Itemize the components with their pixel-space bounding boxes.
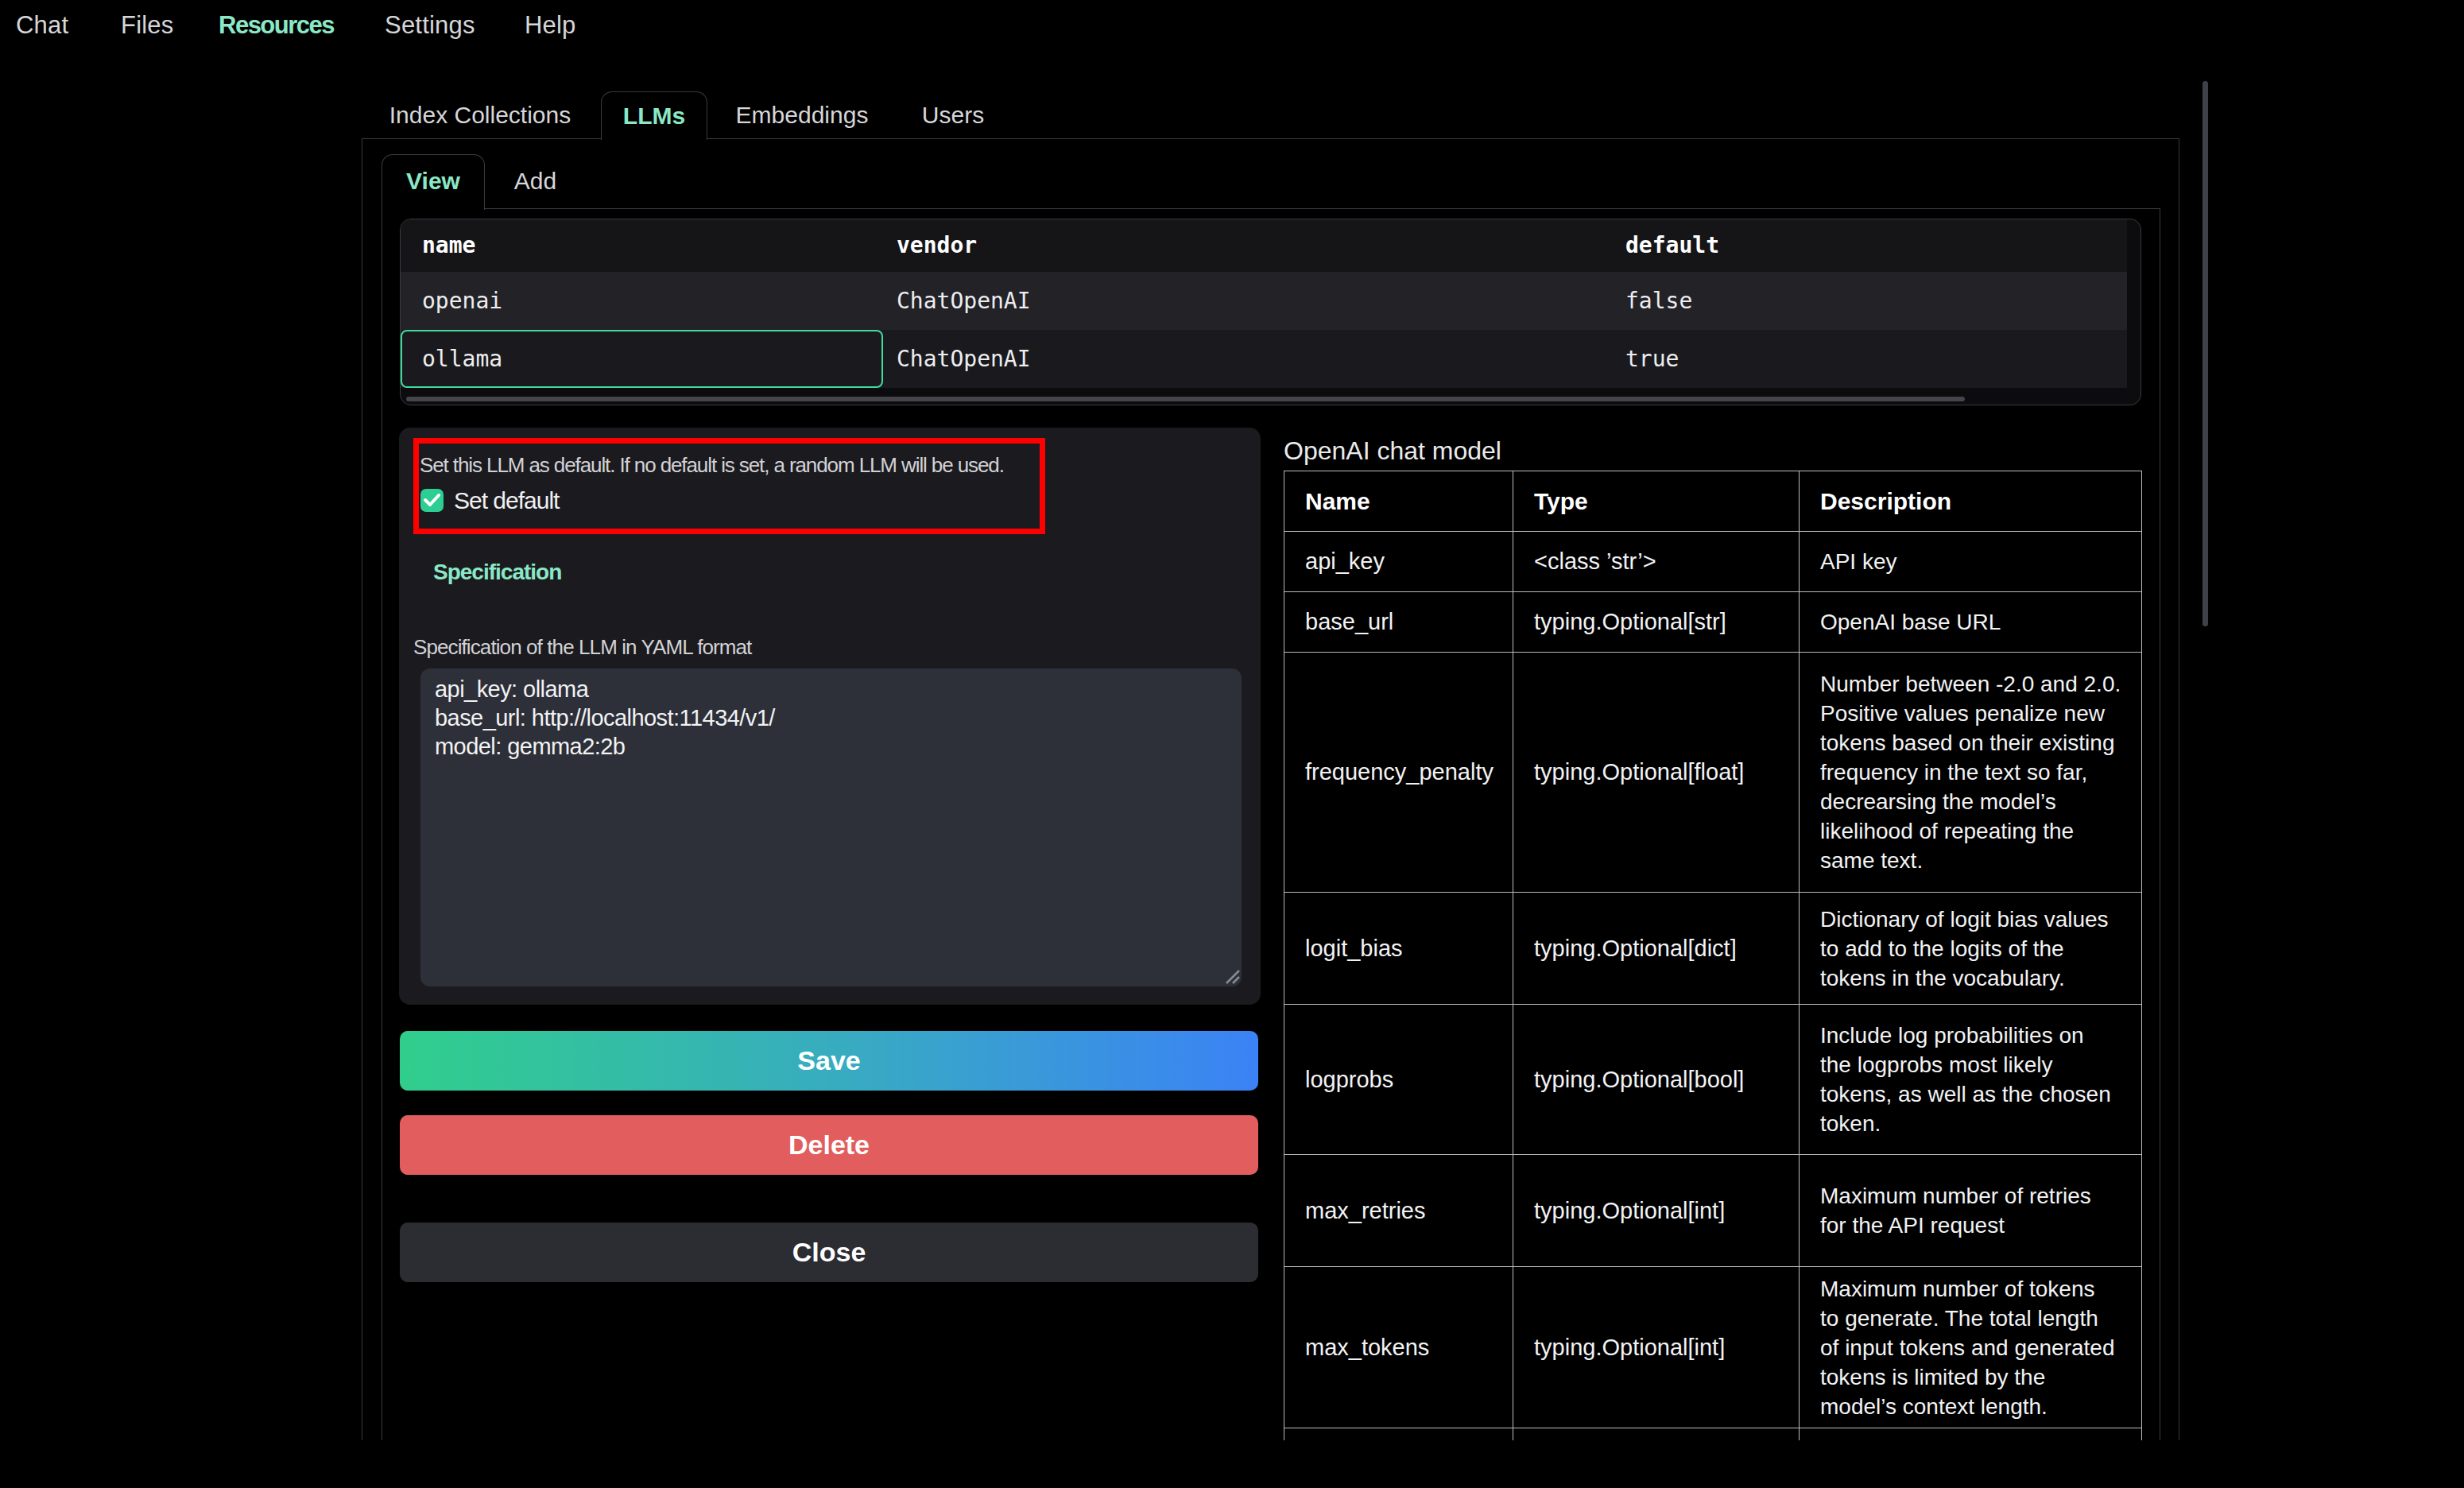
docs-row-frequency-penalty: frequency_penalty typing.Optional[float]…: [1284, 653, 2142, 893]
docs-cell-description: Maximum number of tokens to generate. Th…: [1800, 1267, 2142, 1428]
docs-cell-type: typing.Optional[int]: [1513, 1267, 1800, 1428]
llm-cell-vendor[interactable]: ChatOpenAI: [882, 330, 1603, 388]
tab-view[interactable]: View: [382, 154, 485, 210]
docs-cell-name: logit_bias: [1284, 893, 1513, 1005]
docs-table-container: Name Type Description api_key <class ’st…: [1284, 471, 2144, 1440]
nav-item-files[interactable]: Files: [121, 8, 173, 43]
docs-cell-name: max_tokens: [1284, 1267, 1513, 1428]
docs-row-logit-bias: logit_bias typing.Optional[dict] Diction…: [1284, 893, 2142, 1005]
tab-index-collections[interactable]: Index Collections: [362, 92, 599, 138]
llm-col-vendor[interactable]: vendor: [882, 219, 1603, 272]
docs-row-api-key: api_key <class ’str’> API key: [1284, 532, 2142, 592]
llm-cell-vendor[interactable]: ChatOpenAI: [882, 272, 1603, 330]
llm-cell-default[interactable]: true: [1603, 330, 2127, 388]
default-note: Set this LLM as default. If no default i…: [420, 453, 1004, 478]
docs-cell-description: [1800, 1428, 2142, 1441]
app-window: Chat Files Resources Settings Help Index…: [0, 0, 2464, 1488]
llm-cell-name[interactable]: openai: [401, 272, 882, 330]
docs-cell-type: [1513, 1428, 1800, 1441]
docs-header-row: Name Type Description: [1284, 471, 2142, 532]
docs-title: OpenAI chat model: [1284, 436, 1501, 466]
docs-cell-type: typing.Optional[int]: [1513, 1155, 1800, 1267]
nav-item-settings[interactable]: Settings: [385, 8, 475, 43]
docs-cell-description: Include log probabilities on the logprob…: [1800, 1005, 2142, 1155]
tab-embeddings[interactable]: Embeddings: [707, 92, 897, 138]
docs-table: Name Type Description api_key <class ’st…: [1284, 471, 2142, 1440]
set-default-label[interactable]: Set default: [454, 487, 559, 514]
docs-row-base-url: base_url typing.Optional[str] OpenAI bas…: [1284, 592, 2142, 653]
llm-table-horizontal-scrollbar[interactable]: [406, 397, 1965, 401]
llm-table-header: name vendor default: [401, 219, 2127, 272]
docs-row-max-tokens: max_tokens typing.Optional[int] Maximum …: [1284, 1267, 2142, 1428]
llm-row-openai[interactable]: openai ChatOpenAI false: [401, 272, 2127, 330]
selected-cell-highlight: [401, 330, 883, 388]
llm-cell-default[interactable]: false: [1603, 272, 2127, 330]
specification-sublabel: Specification of the LLM in YAML format: [413, 635, 751, 660]
docs-cell-name: logprobs: [1284, 1005, 1513, 1155]
llm-col-default[interactable]: default: [1603, 219, 2127, 272]
docs-cell-type: typing.Optional[str]: [1513, 592, 1800, 653]
docs-cell-type: typing.Optional[bool]: [1513, 1005, 1800, 1155]
page-vertical-scrollbar[interactable]: [2202, 81, 2208, 626]
docs-cell-name: max_retries: [1284, 1155, 1513, 1267]
docs-col-description: Description: [1800, 471, 2142, 532]
docs-cell-description: Number between -2.0 and 2.0. Positive va…: [1800, 653, 2142, 893]
docs-row-logprobs: logprobs typing.Optional[bool] Include l…: [1284, 1005, 2142, 1155]
docs-cell-description: API key: [1800, 532, 2142, 592]
specification-heading[interactable]: Specification: [433, 560, 561, 585]
docs-cell-type: typing.Optional[float]: [1513, 653, 1800, 893]
tab-users[interactable]: Users: [897, 92, 1009, 138]
llm-detail-card: Set this LLM as default. If no default i…: [399, 428, 1261, 1005]
docs-cell-description: Maximum number of retries for the API re…: [1800, 1155, 2142, 1267]
docs-cell-description: Dictionary of logit bias values to add t…: [1800, 893, 2142, 1005]
nav-item-resources[interactable]: Resources: [219, 8, 334, 43]
docs-cell-name: frequency_penalty: [1284, 653, 1513, 893]
textarea-resize-grip-icon[interactable]: [1223, 968, 1241, 984]
nav-item-help[interactable]: Help: [525, 8, 576, 43]
yaml-spec-textarea[interactable]: api_key: ollama base_url: http://localho…: [420, 668, 1242, 986]
llm-col-name[interactable]: name: [401, 219, 882, 272]
nav-item-chat[interactable]: Chat: [16, 8, 68, 43]
docs-cell-name: api_key: [1284, 532, 1513, 592]
check-icon: [424, 493, 440, 507]
docs-cell-type: <class ’str’>: [1513, 532, 1800, 592]
tab-add[interactable]: Add: [485, 154, 586, 208]
delete-button[interactable]: Delete: [400, 1115, 1258, 1175]
docs-cell-name: [1284, 1428, 1513, 1441]
docs-col-name: Name: [1284, 471, 1513, 532]
set-default-checkbox[interactable]: [420, 489, 444, 512]
docs-row-partial: [1284, 1428, 2142, 1441]
docs-cell-name: base_url: [1284, 592, 1513, 653]
close-button[interactable]: Close: [400, 1223, 1258, 1282]
save-button[interactable]: Save: [400, 1031, 1258, 1091]
docs-col-type: Type: [1513, 471, 1800, 532]
llm-table: name vendor default openai ChatOpenAI fa…: [400, 219, 2141, 405]
tab-llms[interactable]: LLMs: [601, 91, 707, 140]
docs-cell-description: OpenAI base URL: [1800, 592, 2142, 653]
docs-row-max-retries: max_retries typing.Optional[int] Maximum…: [1284, 1155, 2142, 1267]
docs-cell-type: typing.Optional[dict]: [1513, 893, 1800, 1005]
